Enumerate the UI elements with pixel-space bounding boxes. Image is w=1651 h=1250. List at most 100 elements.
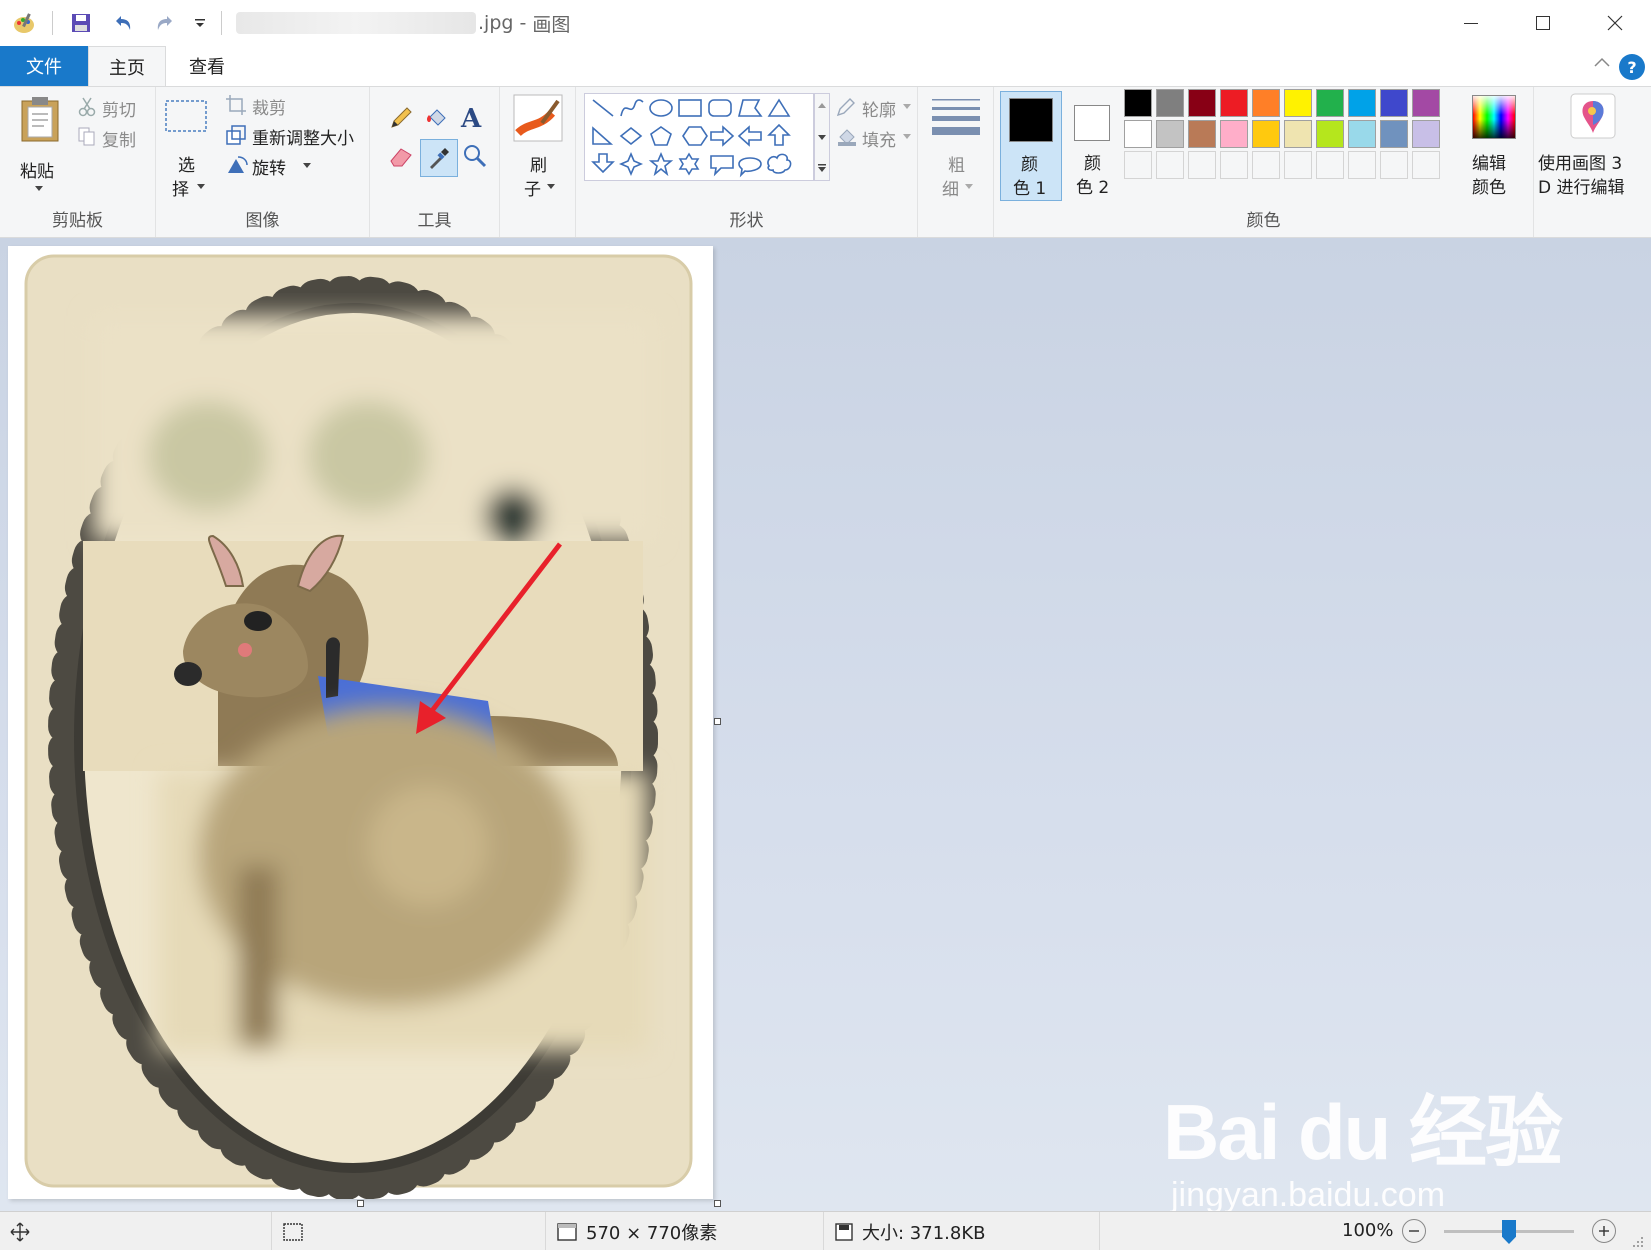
custom-color-slot[interactable] — [1124, 151, 1152, 179]
select-button[interactable]: 选 择 — [164, 95, 210, 200]
size-button[interactable]: 粗 细 — [924, 93, 988, 203]
ribbon-tabs: 文件 主页 查看 ? — [0, 46, 1651, 86]
fill-label: 填充 — [862, 131, 896, 151]
tab-home[interactable]: 主页 — [88, 46, 166, 86]
group-colors: 颜 色 1 颜 色 2 编辑 颜色 颜色 — [994, 87, 1534, 237]
text-a-icon: A — [460, 104, 482, 134]
color-picker-tool[interactable] — [420, 139, 458, 177]
tab-file[interactable]: 文件 — [0, 46, 88, 86]
text-tool[interactable]: A — [458, 103, 488, 135]
palette-swatch[interactable] — [1348, 120, 1376, 148]
palette-swatch[interactable] — [1348, 89, 1376, 117]
save-icon[interactable] — [67, 9, 95, 37]
line-width-icon — [932, 99, 980, 135]
paste-button[interactable]: 粘贴 — [12, 93, 68, 193]
zoom-slider-thumb[interactable] — [1502, 1220, 1516, 1244]
edit-colors-label-1: 编辑 — [1472, 154, 1506, 174]
close-button[interactable] — [1579, 0, 1651, 46]
cut-button[interactable]: 剪切 — [78, 95, 148, 121]
edit-colors-button[interactable]: 编辑 颜色 — [1462, 91, 1528, 201]
cut-label: 剪切 — [102, 101, 136, 121]
copy-label: 复制 — [102, 131, 136, 151]
zoom-in-button[interactable] — [1592, 1219, 1616, 1243]
palette-swatch[interactable] — [1156, 120, 1184, 148]
deer-illustration — [8, 246, 713, 1199]
zoom-slider[interactable] — [1444, 1220, 1574, 1244]
custom-color-slot[interactable] — [1188, 151, 1216, 179]
color-2-label-2: 色 2 — [1076, 178, 1110, 198]
palette-swatch[interactable] — [1284, 89, 1312, 117]
image-canvas[interactable] — [8, 246, 713, 1199]
palette-swatch[interactable] — [1124, 89, 1152, 117]
zoom-out-button[interactable] — [1402, 1219, 1426, 1243]
custom-color-slot[interactable] — [1348, 151, 1376, 179]
window-title: .jpg - 画图 — [236, 10, 570, 37]
outline-button[interactable]: 轮廓 — [824, 95, 914, 121]
palette-swatch[interactable] — [1380, 120, 1408, 148]
color-1-button[interactable]: 颜 色 1 — [1000, 91, 1062, 201]
palette-swatch[interactable] — [1316, 89, 1344, 117]
palette-swatch[interactable] — [1412, 120, 1440, 148]
paint-app-icon[interactable] — [10, 9, 38, 37]
custom-color-slot[interactable] — [1156, 151, 1184, 179]
palette-swatch[interactable] — [1156, 89, 1184, 117]
eraser-tool[interactable] — [388, 143, 418, 173]
magnifier-tool[interactable] — [462, 143, 492, 173]
minus-icon — [1409, 1230, 1419, 1232]
palette-swatch[interactable] — [1188, 120, 1216, 148]
chevron-down-icon — [903, 134, 911, 139]
customize-toolbar-dropdown-icon[interactable] — [193, 9, 207, 37]
group-clipboard: 粘贴 剪切 复制 剪贴板 — [0, 87, 156, 237]
palette-swatch[interactable] — [1220, 89, 1248, 117]
resize-button[interactable]: 重新调整大小 — [226, 123, 370, 149]
baidu-watermark: Bai du 经验 jingyan.baidu.com — [1163, 1070, 1563, 1215]
custom-color-slot[interactable] — [1252, 151, 1280, 179]
palette-swatch[interactable] — [1252, 120, 1280, 148]
palette-swatch[interactable] — [1284, 120, 1312, 148]
palette-swatch[interactable] — [1252, 89, 1280, 117]
copy-button[interactable]: 复制 — [78, 125, 148, 151]
custom-color-slot[interactable] — [1412, 151, 1440, 179]
chevron-down-icon — [965, 184, 973, 189]
edit-with-paint3d-button[interactable]: 使用画图 3 D 进行编辑 — [1538, 91, 1648, 201]
pencil-tool[interactable] — [388, 105, 418, 135]
palette-swatch[interactable] — [1124, 120, 1152, 148]
expand-gallery-icon — [818, 164, 826, 172]
title-bar: .jpg - 画图 — [0, 0, 1651, 46]
custom-color-slot[interactable] — [1220, 151, 1248, 179]
minimize-button[interactable] — [1435, 0, 1507, 46]
paste-icon — [21, 97, 59, 142]
rotate-label: 旋转 — [252, 159, 286, 179]
collapse-ribbon-icon[interactable] — [1593, 52, 1611, 73]
color-2-label-1: 颜 — [1084, 154, 1101, 174]
custom-color-slot[interactable] — [1284, 151, 1312, 179]
brushes-button[interactable]: 刷 子 — [506, 93, 570, 203]
line-shape-icon — [592, 99, 614, 117]
fill-tool[interactable] — [424, 105, 454, 135]
crop-button[interactable]: 裁剪 — [226, 93, 356, 119]
resize-handle-right[interactable] — [714, 718, 721, 725]
paint3d-label-2: D 进行编辑 — [1538, 178, 1625, 198]
palette-swatch[interactable] — [1188, 89, 1216, 117]
status-file-size: 大小: 371.8KB — [824, 1212, 1100, 1250]
palette-swatch[interactable] — [1412, 89, 1440, 117]
ribbon: 粘贴 剪切 复制 剪贴板 选 择 裁剪 重新调整大小 旋转 图像 A 工具 刷 … — [0, 86, 1651, 238]
rectangle-shape-icon — [678, 99, 702, 117]
palette-swatch[interactable] — [1316, 120, 1344, 148]
fill-button[interactable]: 填充 — [824, 125, 914, 151]
color-2-button[interactable]: 颜 色 2 — [1064, 91, 1126, 201]
palette-swatch[interactable] — [1380, 89, 1408, 117]
maximize-button[interactable] — [1507, 0, 1579, 46]
undo-icon[interactable] — [109, 9, 137, 37]
rotate-button[interactable]: 旋转 — [226, 153, 326, 179]
tab-view[interactable]: 查看 — [168, 46, 246, 86]
resize-grip-icon[interactable] — [1630, 1234, 1644, 1248]
resize-handle-bottom[interactable] — [357, 1200, 364, 1207]
custom-color-slot[interactable] — [1380, 151, 1408, 179]
custom-color-slot[interactable] — [1316, 151, 1344, 179]
resize-handle-corner[interactable] — [714, 1200, 721, 1207]
redo-icon[interactable] — [151, 9, 179, 37]
palette-swatch[interactable] — [1220, 120, 1248, 148]
help-icon[interactable]: ? — [1619, 54, 1645, 80]
rounded-rectangle-shape-icon — [708, 99, 732, 117]
